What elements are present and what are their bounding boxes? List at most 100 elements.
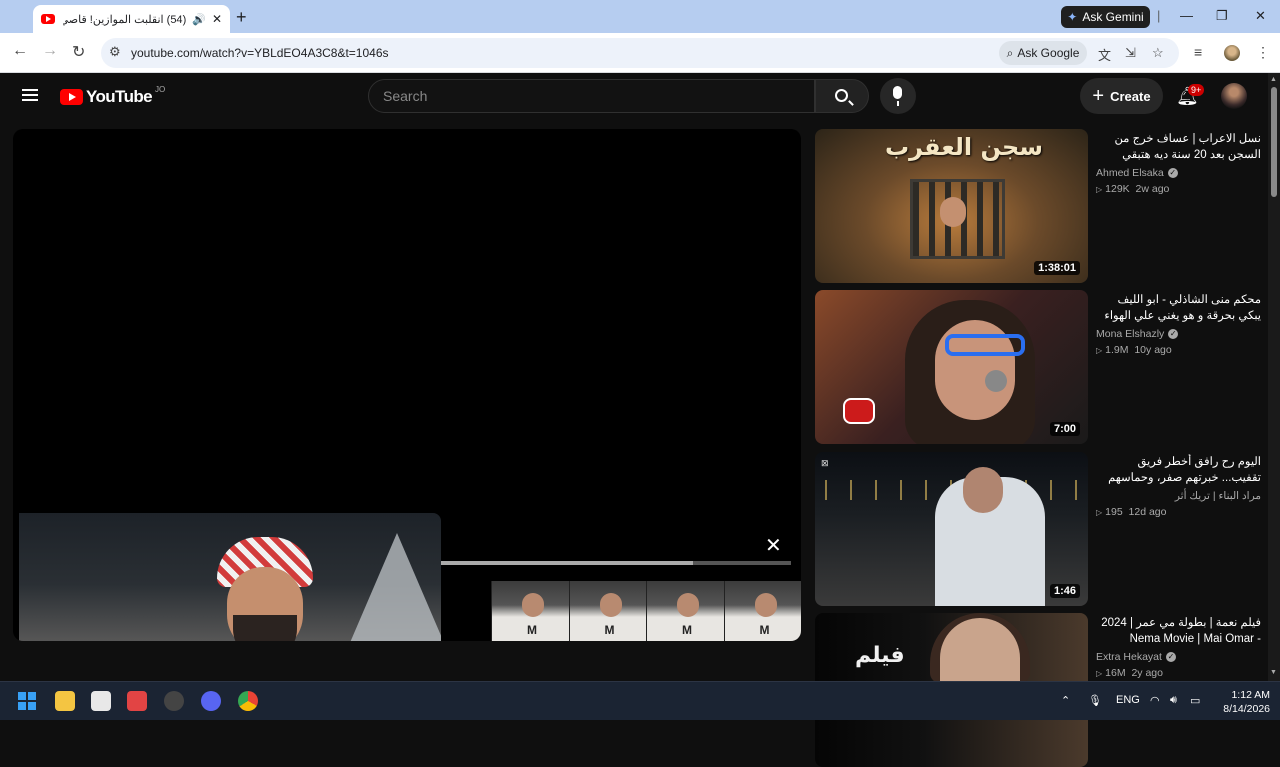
scroll-up-icon[interactable]: ▲ bbox=[1270, 76, 1277, 83]
media-controls-icon[interactable]: ≡ bbox=[1194, 44, 1202, 60]
scrollbar-thumb[interactable] bbox=[1271, 87, 1277, 197]
youtube-header: YouTube JO + Create 🔔︎ 9+ bbox=[0, 73, 1280, 119]
video-thumbnail[interactable]: سجن العقرب 1:38:01 bbox=[815, 129, 1088, 283]
channel-name[interactable]: مراد البناء | تريك أثر bbox=[1175, 490, 1261, 502]
speaker-icon[interactable]: 🔊 bbox=[192, 13, 206, 26]
install-app-icon[interactable]: ⇲ bbox=[1125, 45, 1136, 61]
recommendation-item[interactable]: سجن العقرب 1:38:01 نسل الاعراب | عساف خر… bbox=[815, 129, 1265, 283]
tray-microphone-icon[interactable]: 🎙︎ bbox=[1088, 694, 1102, 707]
singer-glasses bbox=[945, 334, 1025, 356]
battery-icon[interactable]: ▭ bbox=[1190, 694, 1200, 707]
menu-dots-icon[interactable]: ⋮ bbox=[1256, 44, 1270, 61]
discord-icon[interactable] bbox=[201, 691, 221, 711]
browser-tab-strip: (54) انقلبت الموازين! قاصي الـ 🔊 ✕ + ✦ A… bbox=[0, 0, 1280, 33]
thumbnail-title: فيلم bbox=[855, 643, 905, 668]
webcam-overlay bbox=[19, 513, 441, 641]
windows-start-icon[interactable] bbox=[18, 692, 36, 710]
video-meta: ▷ 195 12d ago bbox=[1096, 506, 1261, 518]
hamburger-menu-icon[interactable] bbox=[22, 89, 38, 101]
close-window-icon[interactable]: ✕ bbox=[1255, 8, 1266, 24]
channel-name[interactable]: Mona Elshazly bbox=[1096, 328, 1164, 340]
recommendation-item[interactable]: 7:00 محكم منى الشاذلي - ابو الليف يبكي ب… bbox=[815, 290, 1265, 444]
close-tab-icon[interactable]: ✕ bbox=[212, 12, 222, 26]
windows-taskbar: ⌃ 🎙︎ ENG ◠ 🔊︎ ▭ 1:12 AM 8/14/2026 bbox=[0, 681, 1280, 720]
ask-google-button[interactable]: ⌕ Ask Google bbox=[999, 41, 1087, 65]
create-button[interactable]: + Create bbox=[1080, 78, 1163, 114]
video-thumbnail[interactable]: 7:00 bbox=[815, 290, 1088, 444]
video-meta: ▷ 1.9M 10y ago bbox=[1096, 344, 1261, 356]
verified-icon: ✓ bbox=[1167, 168, 1178, 178]
clock-time: 1:12 AM bbox=[1231, 689, 1270, 701]
search-button[interactable] bbox=[815, 79, 869, 113]
profile-avatar[interactable] bbox=[1224, 45, 1240, 61]
input-language[interactable]: ENG bbox=[1116, 694, 1140, 706]
account-avatar[interactable] bbox=[1221, 83, 1247, 109]
tab-title: (54) انقلبت الموازين! قاصي الـ bbox=[63, 13, 187, 26]
bookmark-star-icon[interactable]: ☆ bbox=[1152, 45, 1164, 61]
channel-name[interactable]: Ahmed Elsaka bbox=[1096, 167, 1164, 179]
minimize-icon[interactable]: — bbox=[1180, 8, 1193, 23]
views-play-icon: ▷ bbox=[1096, 669, 1103, 678]
separator: | bbox=[1157, 8, 1161, 23]
video-thumbnail[interactable]: ⊠ 1:46 bbox=[815, 452, 1088, 606]
tent-shape bbox=[337, 533, 441, 641]
video-info: اليوم رح رافق أخطر فريق تقفيب... خبرتهم … bbox=[1096, 454, 1261, 518]
channel-row: Mona Elshazly ✓ bbox=[1096, 328, 1261, 340]
browser-tab[interactable]: (54) انقلبت الموازين! قاصي الـ 🔊 ✕ bbox=[33, 5, 230, 33]
video-player[interactable]: ✕ bbox=[13, 129, 801, 641]
back-icon[interactable]: ← bbox=[12, 42, 28, 60]
url-text[interactable]: youtube.com/watch?v=YBLdEO4A3C8&t=1046s bbox=[131, 46, 389, 60]
gemini-icon: ✦ bbox=[1067, 10, 1078, 24]
seek-bar-fill bbox=[441, 561, 693, 565]
youtube-favicon-icon bbox=[41, 14, 55, 24]
logo-wordmark: YouTube bbox=[86, 87, 153, 106]
forward-icon[interactable]: → bbox=[42, 42, 58, 60]
ask-gemini-button[interactable]: ✦ Ask Gemini bbox=[1061, 6, 1150, 28]
wifi-icon[interactable]: ◠ bbox=[1150, 694, 1160, 707]
verified-icon: ✓ bbox=[1165, 652, 1176, 662]
video-title[interactable]: اليوم رح رافق أخطر فريق تقفيب... خبرتهم … bbox=[1096, 454, 1261, 486]
video-title[interactable]: نسل الاعراب | عساف خرج من السجن بعد 20 س… bbox=[1096, 131, 1261, 163]
address-bar[interactable]: ⚙ youtube.com/watch?v=YBLdEO4A3C8&t=1046… bbox=[101, 38, 1179, 68]
site-info-icon[interactable]: ⚙ bbox=[109, 44, 121, 60]
seek-bar[interactable] bbox=[441, 561, 791, 565]
clock-date: 8/14/2026 bbox=[1223, 703, 1270, 715]
youtube-logo[interactable]: YouTube JO bbox=[60, 85, 165, 107]
channel-row: Extra Hekayat ✓ bbox=[1096, 651, 1261, 663]
video-title[interactable]: فيلم نعمة | بطولة مي عمر | 2024 - Nema M… bbox=[1096, 615, 1261, 647]
tray-overflow-icon[interactable]: ⌃ bbox=[1061, 694, 1070, 707]
views-play-icon: ▷ bbox=[1096, 185, 1103, 194]
person-figure bbox=[139, 533, 329, 641]
upload-age: 12d ago bbox=[1128, 506, 1167, 518]
obs-icon[interactable] bbox=[164, 691, 184, 711]
close-preview-icon[interactable]: ✕ bbox=[765, 533, 782, 558]
system-clock[interactable]: 1:12 AM 8/14/2026 bbox=[1212, 688, 1270, 716]
translate-icon[interactable]: 文 bbox=[1098, 45, 1111, 64]
file-explorer-icon[interactable] bbox=[55, 691, 75, 711]
duration-badge: 7:00 bbox=[1049, 422, 1080, 436]
video-info: نسل الاعراب | عساف خرج من السجن بعد 20 س… bbox=[1096, 131, 1261, 195]
view-count: 129K bbox=[1105, 183, 1130, 195]
reload-icon[interactable]: ↻ bbox=[72, 42, 85, 62]
recommendation-item[interactable]: ⊠ 1:46 اليوم رح رافق أخطر فريق تقفيب... … bbox=[815, 452, 1265, 606]
search-input[interactable] bbox=[383, 88, 803, 104]
shorts-mark-icon: ⊠ bbox=[821, 458, 829, 468]
search-box[interactable] bbox=[368, 79, 815, 113]
views-play-icon: ▷ bbox=[1096, 508, 1103, 517]
chrome-icon[interactable] bbox=[238, 691, 258, 711]
new-tab-icon[interactable]: + bbox=[236, 7, 247, 28]
channel-name[interactable]: Extra Hekayat bbox=[1096, 651, 1162, 663]
restore-icon[interactable]: ❐ bbox=[1216, 8, 1228, 24]
clipboard-app-icon[interactable] bbox=[91, 691, 111, 711]
prisoner-head bbox=[940, 197, 966, 227]
voice-search-button[interactable] bbox=[880, 78, 916, 114]
scroll-down-icon[interactable]: ▼ bbox=[1270, 669, 1277, 676]
page-scrollbar[interactable]: ▲ ▼ bbox=[1268, 73, 1280, 681]
video-title[interactable]: محكم منى الشاذلي - ابو الليف يبكي بحرقة … bbox=[1096, 292, 1261, 324]
man-head bbox=[963, 467, 1003, 513]
volume-icon[interactable]: 🔊︎ bbox=[1170, 694, 1177, 707]
notifications-badge: 9+ bbox=[1188, 84, 1205, 96]
microphone-shape bbox=[985, 370, 1007, 392]
recorder-app-icon[interactable] bbox=[127, 691, 147, 711]
views-play-icon: ▷ bbox=[1096, 346, 1103, 355]
